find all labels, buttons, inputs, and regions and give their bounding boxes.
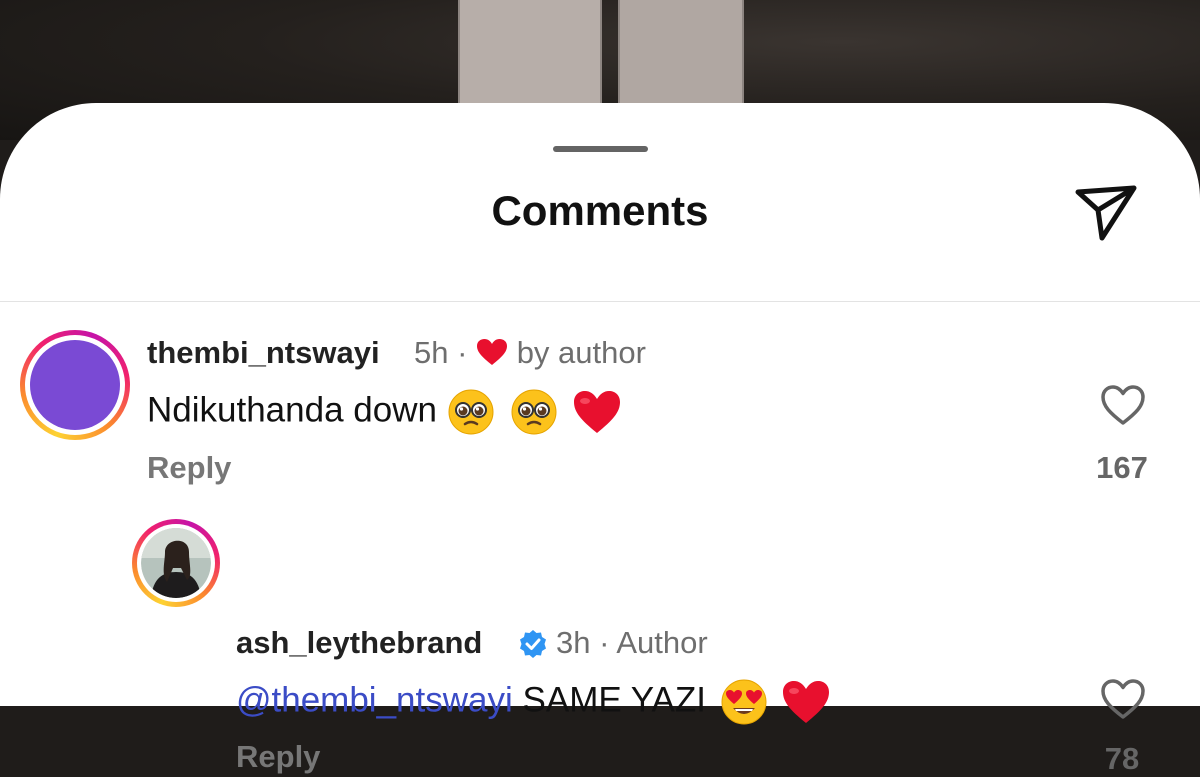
pleading-face-icon bbox=[448, 389, 494, 435]
comments-sheet: Comments thembi_ntswayi 5h · by author N… bbox=[0, 103, 1200, 776]
reply-text: SAME YAZI bbox=[522, 680, 706, 720]
meta-separator: · bbox=[599, 625, 610, 660]
sheet-title: Comments bbox=[491, 187, 709, 234]
header-divider bbox=[0, 301, 1200, 302]
reply-time: 3h bbox=[556, 625, 591, 660]
comment-body: Ndikuthanda down bbox=[147, 388, 622, 436]
heart-filled-icon bbox=[477, 339, 508, 365]
reply-username[interactable]: ash_leythebrand bbox=[236, 625, 482, 661]
reply-body: @thembi_ntswayi SAME YAZI bbox=[236, 678, 831, 726]
reply-meta: 3h · Author bbox=[556, 625, 708, 661]
comment-time: 5h bbox=[414, 335, 449, 370]
liked-by-author-label: by author bbox=[516, 335, 646, 370]
post-photo-subject bbox=[458, 0, 744, 120]
comment-meta: 5h · by author bbox=[414, 335, 646, 371]
like-count: 167 bbox=[1096, 450, 1148, 485]
heart-outline-icon[interactable] bbox=[1100, 384, 1146, 426]
sheet-grabber[interactable] bbox=[553, 146, 648, 152]
heart-eyes-face-icon bbox=[721, 679, 767, 725]
comment-text: Ndikuthanda down bbox=[147, 390, 437, 430]
avatar[interactable] bbox=[20, 330, 130, 440]
avatar[interactable] bbox=[132, 519, 220, 607]
mention-link[interactable]: @thembi_ntswayi bbox=[236, 680, 513, 719]
author-badge: Author bbox=[616, 625, 708, 660]
verified-badge-icon bbox=[520, 630, 546, 658]
red-heart-icon bbox=[783, 681, 830, 723]
reply-button[interactable]: Reply bbox=[236, 739, 320, 775]
reply-button[interactable]: Reply bbox=[147, 450, 231, 486]
meta-separator: · bbox=[457, 335, 468, 370]
send-icon[interactable] bbox=[1072, 180, 1140, 244]
like-count: 78 bbox=[1104, 741, 1140, 776]
pleading-face-icon bbox=[511, 389, 557, 435]
comment-username[interactable]: thembi_ntswayi bbox=[147, 335, 380, 371]
heart-outline-icon[interactable] bbox=[1100, 678, 1146, 720]
red-heart-icon bbox=[574, 391, 621, 433]
